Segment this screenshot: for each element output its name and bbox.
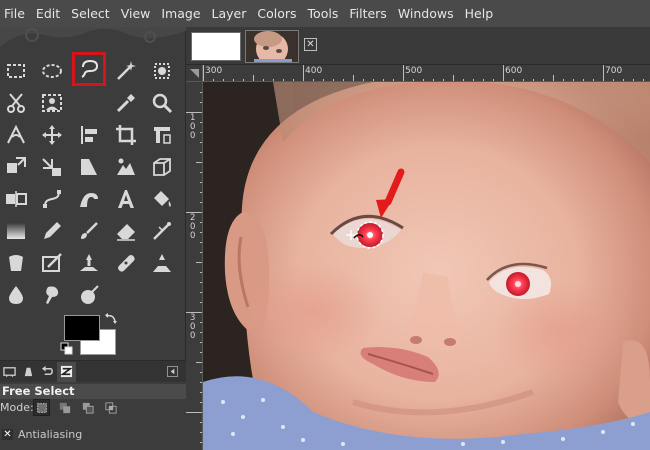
- tool-options-panel: Free Select Mode: ✕ Antialiasing: [0, 382, 186, 450]
- scale-icon[interactable]: [2, 153, 30, 181]
- foreground-color-swatch[interactable]: [64, 315, 100, 341]
- vertical-ruler[interactable]: 100 200 300: [186, 82, 203, 450]
- dock-tabbar: [0, 360, 186, 382]
- menu-select[interactable]: Select: [71, 0, 110, 27]
- eraser-icon[interactable]: [112, 217, 140, 245]
- scissors-select-icon[interactable]: [2, 89, 30, 117]
- ruler-label: 300: [190, 313, 196, 341]
- gradient-icon[interactable]: [2, 217, 30, 245]
- flip-icon[interactable]: [112, 153, 140, 181]
- fg-bg-colors: [60, 312, 120, 357]
- crop-icon[interactable]: [112, 121, 140, 149]
- measure-icon[interactable]: [2, 121, 30, 149]
- dodge-burn-icon[interactable]: [75, 281, 103, 309]
- text-icon[interactable]: [112, 185, 140, 213]
- smudge-icon[interactable]: [38, 281, 66, 309]
- menu-colors[interactable]: Colors: [257, 0, 296, 27]
- select-by-color-icon[interactable]: [148, 57, 176, 85]
- ruler-label: 200: [190, 213, 196, 241]
- rotate-icon[interactable]: [148, 121, 176, 149]
- heal-icon[interactable]: [112, 249, 140, 277]
- menu-image[interactable]: Image: [161, 0, 200, 27]
- ruler-label: 500: [405, 66, 423, 76]
- menu-windows[interactable]: Windows: [398, 0, 454, 27]
- mode-label: Mode:: [0, 401, 34, 414]
- menubar: File Edit Select View Image Layer Colors…: [0, 0, 650, 27]
- horizontal-ruler[interactable]: 300 400 500 600 700: [203, 65, 650, 82]
- antialiasing-checkbox[interactable]: ✕: [2, 429, 13, 440]
- toolbox-decoration: [0, 27, 186, 47]
- antialiasing-label: Antialiasing: [18, 428, 83, 441]
- menu-help[interactable]: Help: [465, 0, 494, 27]
- image-tabbar: ✕: [186, 27, 650, 65]
- rect-select-icon[interactable]: [2, 57, 30, 85]
- ruler-label: 100: [190, 113, 196, 141]
- ink-icon[interactable]: [2, 249, 30, 277]
- mode-intersect-button[interactable]: [102, 399, 119, 416]
- menu-edit[interactable]: Edit: [36, 0, 60, 27]
- menu-view[interactable]: View: [121, 0, 151, 27]
- tool-options-title: Free Select: [0, 384, 186, 399]
- images-tab-icon[interactable]: [57, 361, 76, 382]
- toolbox: Free Select Mode: ✕ Antialiasing: [0, 27, 186, 450]
- menu-layer[interactable]: Layer: [212, 0, 247, 27]
- mypaint-brush-icon[interactable]: [38, 249, 66, 277]
- perspective-clone-icon[interactable]: [148, 249, 176, 277]
- undo-history-tab-icon[interactable]: [38, 362, 57, 382]
- shear-icon[interactable]: [38, 153, 66, 181]
- device-status-tab-icon[interactable]: [19, 362, 38, 382]
- tool-options-tab-icon[interactable]: [0, 362, 19, 382]
- menu-file[interactable]: File: [4, 0, 25, 27]
- foreground-select-icon[interactable]: [38, 89, 66, 117]
- ruler-corner[interactable]: [186, 65, 203, 82]
- ruler-label: 600: [505, 66, 523, 76]
- image-tab-baby[interactable]: [245, 30, 299, 63]
- ruler-label: 700: [605, 66, 623, 76]
- mode-replace-button[interactable]: [33, 399, 50, 416]
- align-icon[interactable]: [75, 121, 103, 149]
- image-tab-blank[interactable]: [191, 32, 241, 61]
- ellipse-select-icon[interactable]: [38, 57, 66, 85]
- unified-transform-icon[interactable]: [2, 185, 30, 213]
- perspective-icon[interactable]: [75, 153, 103, 181]
- cage-icon[interactable]: [148, 153, 176, 181]
- baby-photo: [203, 82, 650, 450]
- ruler-label: 300: [205, 66, 223, 76]
- swap-colors-icon[interactable]: [104, 312, 118, 326]
- close-tab-icon[interactable]: ✕: [304, 38, 317, 51]
- image-canvas[interactable]: [203, 82, 650, 450]
- menu-tools[interactable]: Tools: [308, 0, 339, 27]
- free-select-icon[interactable]: [72, 52, 106, 86]
- fuzzy-select-icon[interactable]: [112, 57, 140, 85]
- paintbrush-icon[interactable]: [75, 217, 103, 245]
- move-icon[interactable]: [38, 121, 66, 149]
- blur-icon[interactable]: [2, 281, 30, 309]
- paths-icon[interactable]: [38, 185, 66, 213]
- bucket-fill-icon[interactable]: [148, 185, 176, 213]
- antialiasing-option[interactable]: ✕ Antialiasing: [2, 428, 82, 441]
- airbrush-icon[interactable]: [148, 217, 176, 245]
- pencil-icon[interactable]: [38, 217, 66, 245]
- zoom-icon[interactable]: [148, 89, 176, 117]
- clone-icon[interactable]: [75, 249, 103, 277]
- warp-icon[interactable]: [75, 185, 103, 213]
- menu-filters[interactable]: Filters: [349, 0, 386, 27]
- configure-tab-icon[interactable]: [163, 362, 182, 382]
- horizontal-ruler-ticks: [203, 65, 644, 81]
- ruler-label: 400: [305, 66, 323, 76]
- color-picker-icon[interactable]: [112, 89, 140, 117]
- mode-add-button[interactable]: [56, 399, 73, 416]
- default-colors-icon[interactable]: [60, 342, 73, 355]
- mode-subtract-button[interactable]: [79, 399, 96, 416]
